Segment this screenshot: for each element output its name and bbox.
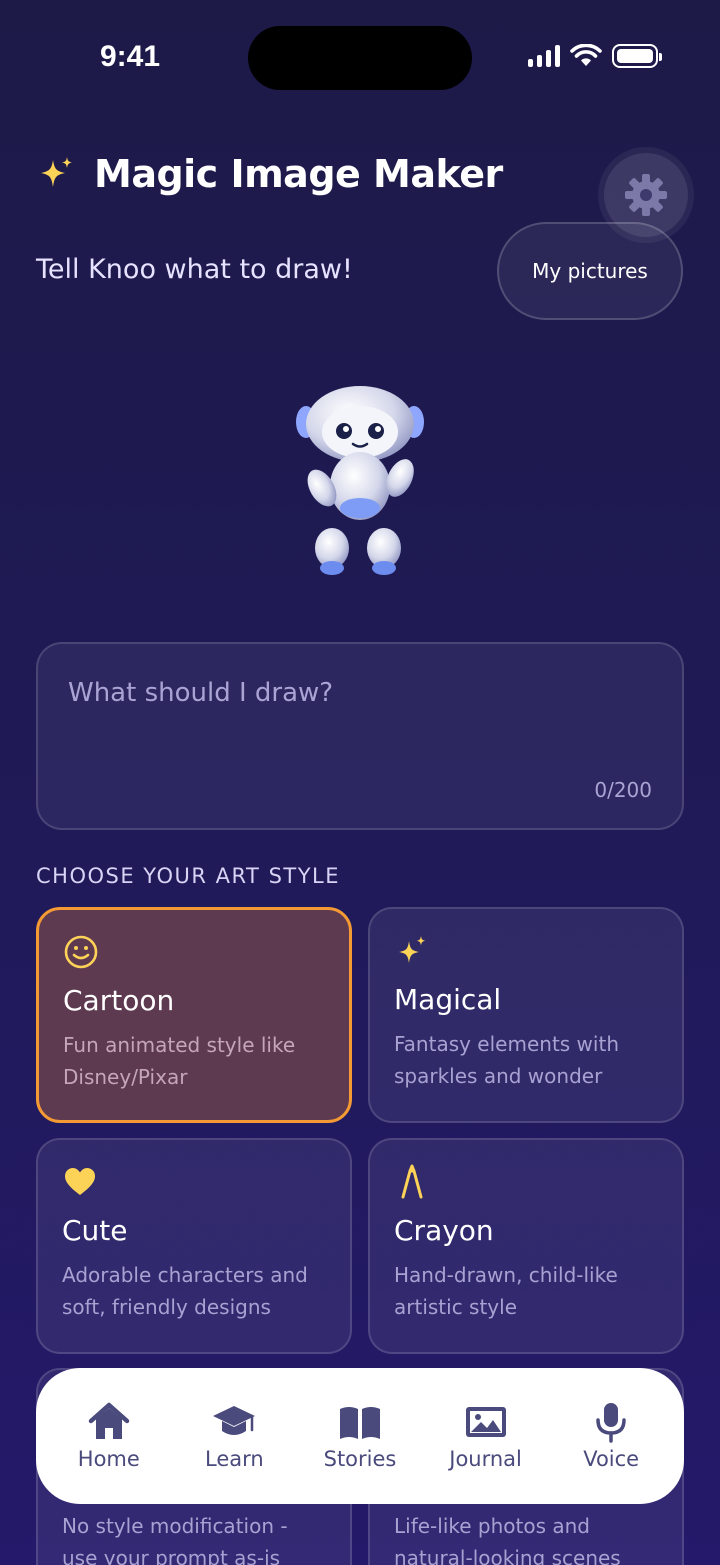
nav-label: Journal [449, 1447, 522, 1471]
page-title: Magic Image Maker [94, 152, 503, 196]
style-card-title: Crayon [394, 1214, 494, 1247]
prompt-container: 0/200 [36, 642, 684, 830]
robot-mascot-illustration [296, 386, 424, 575]
status-bar: 9:41 [0, 0, 720, 110]
nav-item-voice[interactable]: Voice [556, 1401, 666, 1471]
art-style-section-label: CHOOSE YOUR ART STYLE [36, 864, 341, 888]
microphone-icon [596, 1403, 626, 1443]
status-icons [528, 44, 662, 68]
nav-label: Stories [323, 1447, 397, 1471]
style-card-description: No style modification - use your prompt … [62, 1514, 288, 1565]
book-icon [339, 1407, 380, 1439]
style-card-description: Fantasy elements with sparkles and wonde… [394, 1032, 619, 1088]
style-card-title: Magical [394, 983, 502, 1016]
wifi-icon [570, 44, 602, 66]
character-counter: 0/200 [594, 778, 652, 802]
home-icon [88, 1402, 130, 1439]
app-header: Magic Image Maker [36, 152, 503, 196]
nav-item-stories[interactable]: Stories [305, 1401, 415, 1471]
style-card-description: Hand-drawn, child-like artistic style [394, 1263, 618, 1319]
gear-icon [625, 174, 667, 216]
image-icon [465, 1407, 506, 1437]
dynamic-island [248, 26, 472, 90]
smiley-icon [64, 935, 98, 969]
heart-icon [65, 1168, 95, 1195]
graduation-cap-icon [213, 1406, 256, 1435]
sparkle-icon [399, 936, 426, 963]
nav-item-learn[interactable]: Learn [179, 1401, 289, 1471]
battery-icon [612, 44, 662, 68]
style-card-magical[interactable]: Magical Fantasy elements with sparkles a… [368, 907, 684, 1123]
nav-item-journal[interactable]: Journal [431, 1401, 541, 1471]
style-card-crayon[interactable]: Crayon Hand-drawn, child-like artistic s… [368, 1138, 684, 1354]
bottom-navigation: Home Learn Stories Journal Voice [36, 1368, 684, 1504]
style-card-title: Cartoon [63, 984, 175, 1017]
nav-label: Home [77, 1447, 140, 1471]
status-time: 9:41 [100, 40, 161, 73]
nav-label: Learn [205, 1447, 264, 1471]
sparkle-icon [41, 157, 72, 187]
style-card-cute[interactable]: Cute Adorable characters and soft, frien… [36, 1138, 352, 1354]
style-card-description: Fun animated style like Disney/Pixar [63, 1033, 296, 1089]
style-card-cartoon[interactable]: Cartoon Fun animated style like Disney/P… [36, 907, 352, 1123]
page-subtitle: Tell Knoo what to draw! [36, 254, 353, 285]
cellular-signal-icon [528, 45, 560, 67]
nav-label: Voice [583, 1447, 640, 1471]
my-pictures-button[interactable]: My pictures [497, 222, 683, 320]
style-card-description: Life-like photos and natural-looking sce… [394, 1514, 621, 1565]
crayon-icon [401, 1164, 423, 1199]
style-card-title: Cute [62, 1214, 128, 1247]
nav-item-home[interactable]: Home [54, 1401, 164, 1471]
style-card-description: Adorable characters and soft, friendly d… [62, 1263, 308, 1319]
prompt-input[interactable] [68, 678, 648, 708]
